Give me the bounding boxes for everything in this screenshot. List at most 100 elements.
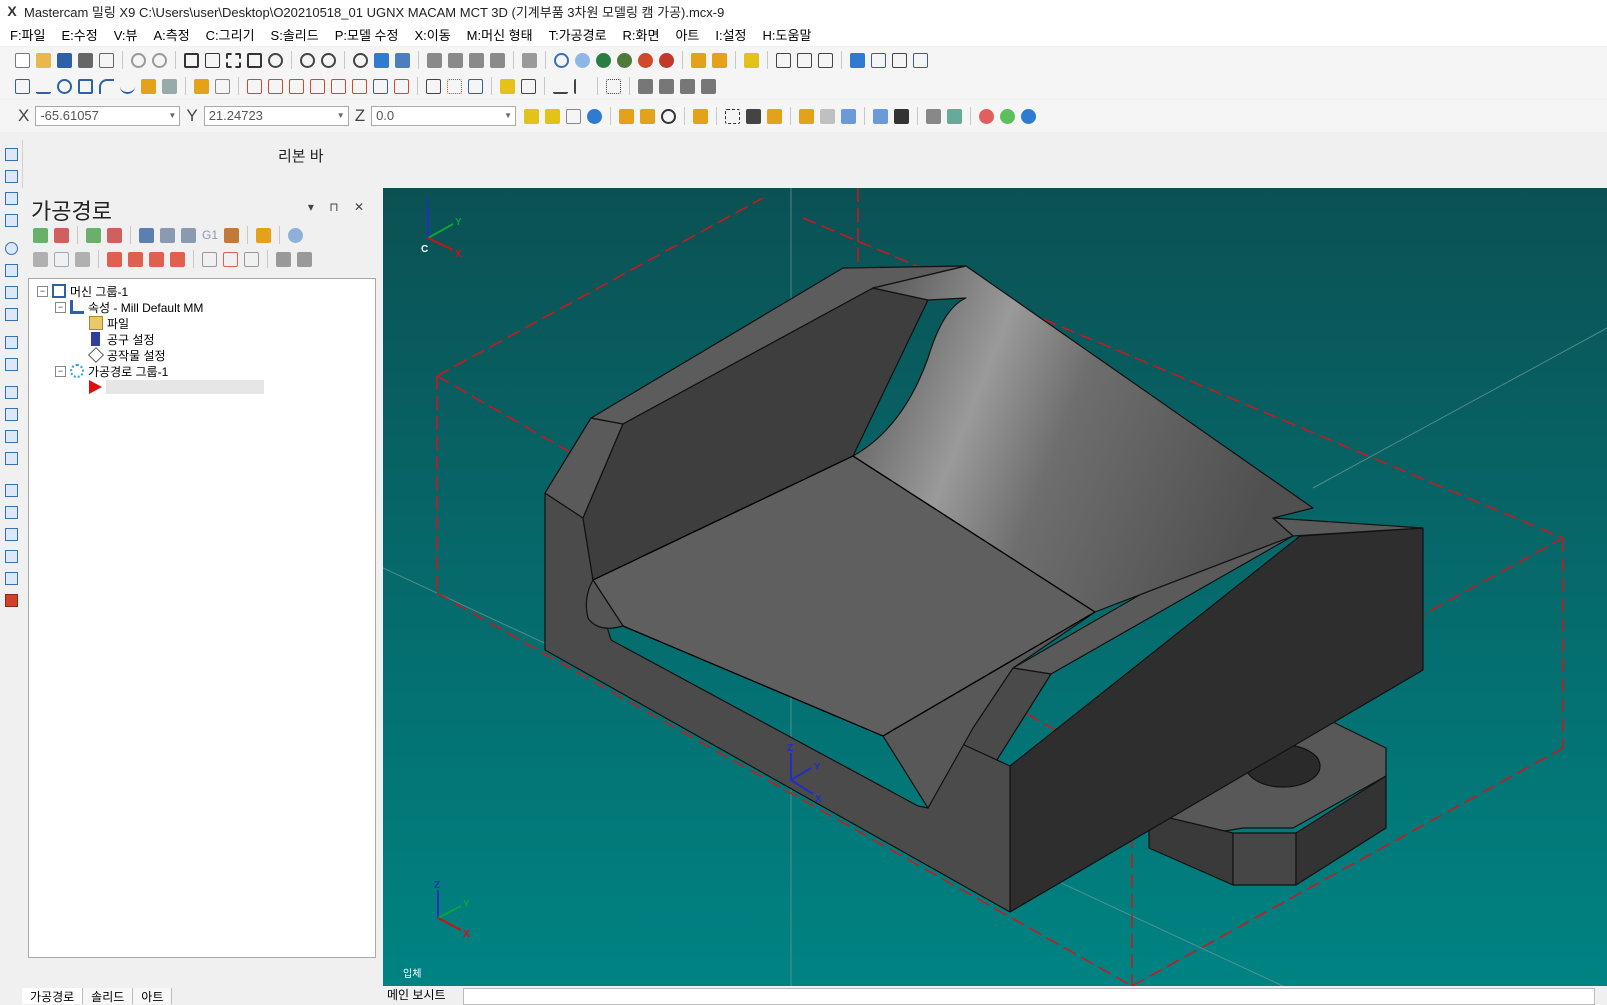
tree-insert-arrow[interactable] (89, 379, 264, 395)
status-input[interactable] (463, 988, 1595, 1005)
leader-icon[interactable] (521, 78, 536, 94)
shaded-icon[interactable] (596, 52, 611, 68)
pencil-icon[interactable] (691, 52, 706, 68)
tree-toolpath-group[interactable]: − 가공경로 그룹-1 (55, 363, 168, 379)
new-file-icon[interactable] (15, 52, 30, 68)
regenerate-icon[interactable] (86, 227, 101, 243)
solid-body-icon[interactable] (841, 108, 857, 124)
facing-icon[interactable] (5, 214, 18, 227)
helix-icon[interactable] (5, 308, 18, 321)
batch-icon[interactable] (276, 251, 291, 267)
collapse-icon[interactable]: − (37, 285, 48, 297)
tree-files[interactable]: 파일 (89, 315, 129, 331)
backplot-icon[interactable] (659, 78, 674, 94)
isometric-view-icon[interactable] (490, 52, 505, 68)
z-coord-input[interactable]: 0.0 ▼ (371, 106, 517, 126)
dimension-horizontal-icon[interactable] (553, 79, 568, 94)
check-select-icon[interactable] (947, 108, 963, 124)
circle-icon[interactable] (57, 78, 72, 94)
save-icon[interactable] (57, 52, 72, 68)
shaded-sphere-icon[interactable] (575, 52, 590, 68)
solid-back-icon[interactable] (873, 108, 889, 124)
menu-toolpaths[interactable]: T:가공경로 (549, 25, 607, 44)
part-model-svg[interactable]: Z Y X C Z Y X Z Y X (383, 188, 1607, 986)
simulate-selected-icon[interactable] (181, 227, 196, 243)
verify-selected-icon[interactable] (160, 227, 175, 243)
xform-project-icon[interactable] (394, 78, 409, 94)
help-circle-icon[interactable] (587, 108, 603, 124)
toggle-post-icon[interactable] (75, 251, 90, 267)
layout-icon[interactable] (913, 52, 928, 68)
menu-art[interactable]: 아트 (675, 25, 699, 44)
contour-icon[interactable] (5, 170, 18, 183)
insert-arrow-icon[interactable] (149, 251, 164, 267)
select-chain-icon[interactable] (202, 251, 217, 267)
open-folder-icon[interactable] (36, 52, 51, 68)
verify-icon[interactable] (638, 78, 653, 94)
xform-array-icon[interactable] (373, 78, 388, 94)
tap-icon[interactable] (5, 264, 18, 277)
repaint-icon[interactable] (205, 52, 220, 68)
hidden-line-icon[interactable] (659, 52, 674, 68)
xform-rotate-icon[interactable] (268, 78, 283, 94)
note-icon[interactable] (500, 78, 515, 94)
move-down-icon[interactable] (107, 251, 122, 267)
fit-screen-icon[interactable] (184, 52, 199, 68)
dropdown-arrow-icon[interactable]: ▼ (337, 107, 345, 125)
help-circle-icon[interactable] (1021, 108, 1037, 124)
menu-xform[interactable]: X:이동 (414, 25, 450, 44)
menu-create[interactable]: C:그리기 (206, 25, 255, 44)
deselect-operations-icon[interactable] (54, 227, 69, 243)
dropdown-arrow-icon[interactable]: ▼ (504, 107, 512, 125)
cursor-select-icon[interactable] (894, 108, 910, 124)
toggle-display-icon[interactable] (54, 251, 69, 267)
menu-view[interactable]: V:뷰 (114, 25, 138, 44)
high-speed-icon[interactable] (224, 227, 240, 243)
chain-icon[interactable] (818, 52, 833, 68)
raster-icon[interactable] (5, 484, 18, 497)
ok-circle-icon[interactable] (1000, 108, 1016, 124)
menu-settings[interactable]: I:설정 (715, 25, 746, 44)
zoom-out-icon[interactable] (300, 52, 315, 68)
menu-machine-type[interactable]: M:머신 형태 (467, 25, 533, 44)
help-circle-icon[interactable] (288, 227, 304, 243)
tree-machine-group[interactable]: − 머신 그룹-1 (37, 283, 128, 299)
xform-offset-icon[interactable] (310, 78, 325, 94)
toolpath-icon[interactable] (5, 148, 18, 161)
operation-manager-icon[interactable] (297, 251, 312, 267)
selection-mode-icon[interactable] (693, 108, 709, 124)
snap-x-icon[interactable] (566, 108, 582, 124)
front-view-icon[interactable] (448, 52, 463, 68)
translucency-icon[interactable] (638, 52, 653, 68)
right-view-icon[interactable] (469, 52, 484, 68)
spline-icon[interactable] (120, 79, 135, 94)
undo-icon[interactable] (131, 52, 146, 68)
step-icon[interactable] (244, 251, 259, 267)
analyze-icon[interactable] (744, 52, 759, 68)
menu-help[interactable]: H:도움말 (763, 25, 812, 44)
select-only-icon[interactable] (640, 108, 656, 124)
project-icon[interactable] (5, 550, 18, 563)
zoom-target-icon[interactable] (247, 52, 262, 68)
print-preview-icon[interactable] (99, 52, 114, 68)
cross-hatch-icon[interactable] (606, 78, 621, 94)
xform-scale-icon[interactable] (331, 78, 346, 94)
select-refresh-icon[interactable] (661, 108, 677, 124)
pointer-icon[interactable] (746, 108, 762, 124)
post-icon[interactable] (701, 78, 716, 94)
simulate-icon[interactable] (680, 78, 695, 94)
tree-properties[interactable]: − 속성 - Mill Default MM (55, 299, 203, 315)
point-icon[interactable] (15, 78, 30, 94)
x-coord-input[interactable]: -65.61057 ▼ (35, 106, 181, 126)
drill-icon[interactable] (5, 242, 18, 255)
regenerate-dirty-icon[interactable] (107, 227, 122, 243)
hatch-icon[interactable] (468, 78, 483, 94)
fillet-icon[interactable] (99, 78, 114, 94)
shaded-edges-icon[interactable] (617, 52, 632, 68)
rotate-icon[interactable] (353, 52, 368, 68)
toolpath-editor-icon[interactable] (256, 227, 272, 243)
level-manager-icon[interactable] (871, 52, 886, 68)
print-icon[interactable] (78, 52, 93, 68)
xform-stretch-icon[interactable] (352, 78, 367, 94)
redo-icon[interactable] (152, 52, 167, 68)
